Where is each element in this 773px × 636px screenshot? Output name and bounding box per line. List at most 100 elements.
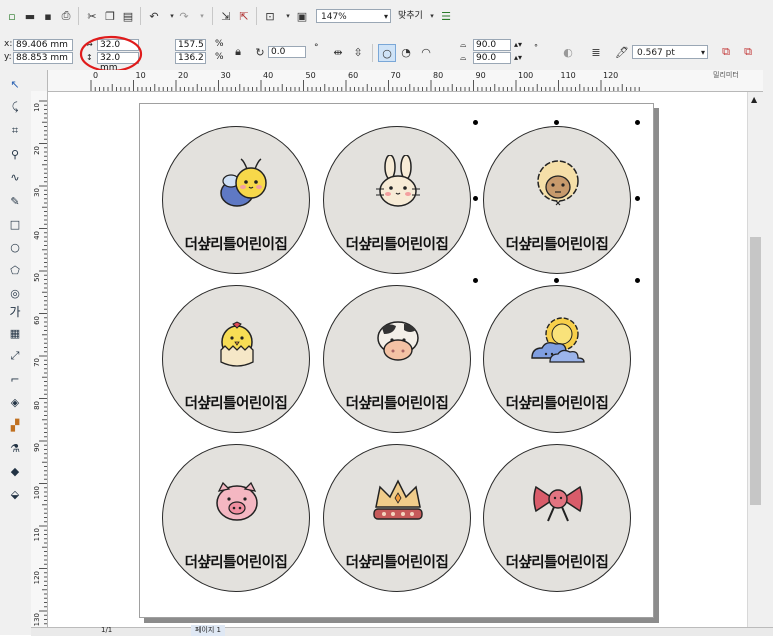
zoom-combo[interactable]: 147% ▾ bbox=[316, 9, 391, 23]
sticker-circle[interactable]: 더샾리틀어린이집 bbox=[483, 285, 631, 433]
sticker-text: 더샾리틀어린이집 bbox=[505, 237, 609, 253]
degree-label: ° bbox=[534, 43, 538, 52]
page-tab[interactable]: 페이지 1 bbox=[191, 625, 225, 636]
sticker-circle[interactable]: 더샾리틀어린이집 bbox=[483, 444, 631, 592]
selection-handle[interactable] bbox=[473, 278, 478, 283]
save-icon[interactable]: ▪ bbox=[40, 8, 56, 24]
ruler-tick-label: 100 bbox=[518, 71, 534, 80]
print-icon[interactable]: ⎙ bbox=[58, 8, 74, 24]
scale-y-field[interactable]: 136.2 bbox=[175, 52, 206, 64]
sticker-circle[interactable]: 더샾리틀어린이집 bbox=[323, 444, 471, 592]
wrap-text-icon[interactable]: ≣ bbox=[588, 44, 604, 60]
spinner-icon[interactable]: ▴▾ bbox=[514, 52, 522, 63]
x-label: x: bbox=[4, 39, 13, 49]
selection-handle[interactable] bbox=[554, 278, 559, 283]
eyedropper-tool-icon[interactable]: ⚗ bbox=[6, 439, 24, 457]
ruler-tick-label: 110 bbox=[33, 528, 41, 542]
sticker-circle[interactable]: 더샾리틀어린이집 bbox=[162, 126, 310, 274]
open-icon[interactable]: ▬ bbox=[22, 8, 38, 24]
freehand-tool-icon[interactable]: ∿ bbox=[6, 168, 24, 186]
outline-pen-icon[interactable]: 🖊︎ bbox=[614, 44, 630, 60]
blend-tool-icon[interactable]: ◈ bbox=[6, 393, 24, 411]
ruler-tick-label: 0 bbox=[93, 71, 99, 80]
mirror-horizontal-icon[interactable]: ⇹ bbox=[330, 44, 346, 60]
sticker-circle[interactable]: 더샾리틀어린이집 bbox=[162, 285, 310, 433]
crop-tool-icon[interactable]: ⌗ bbox=[6, 122, 24, 140]
sticker-circle[interactable]: 더샾리틀어린이집 bbox=[323, 126, 471, 274]
rotate-icon[interactable]: ↻ bbox=[252, 44, 268, 60]
scroll-up-icon[interactable]: ▲ bbox=[751, 94, 757, 105]
transparency-tool-icon[interactable]: ▞ bbox=[6, 416, 24, 434]
outline-width-combo[interactable]: 0.567 pt ▾ bbox=[632, 45, 708, 59]
text-tool-icon[interactable]: 가 bbox=[6, 302, 24, 320]
undo-icon[interactable]: ↶ bbox=[146, 8, 162, 24]
selection-handle[interactable] bbox=[473, 196, 478, 201]
pick-tool-icon[interactable]: ↖ bbox=[6, 75, 24, 93]
basic-shapes-icon[interactable]: ◎ bbox=[6, 284, 24, 302]
direction-icon[interactable]: ◐ bbox=[560, 44, 576, 60]
snap-icon[interactable]: ☰ bbox=[438, 8, 454, 24]
polygon-tool-icon[interactable]: ⬠ bbox=[6, 261, 24, 279]
arc-end-field[interactable]: 90.0 bbox=[473, 52, 511, 64]
arc-start-field[interactable]: 90.0 bbox=[473, 39, 511, 51]
sticker-circle[interactable]: 더샾리틀어린이집 bbox=[162, 444, 310, 592]
cut-icon[interactable]: ✂ bbox=[84, 8, 100, 24]
export-icon[interactable]: ⇱ bbox=[236, 8, 252, 24]
fit-label[interactable]: 맞추기 bbox=[398, 11, 423, 22]
convert-to-curves-icon[interactable]: ⧉ bbox=[718, 44, 734, 60]
zoom-tool-icon[interactable]: ⚲ bbox=[6, 145, 24, 163]
publish-icon[interactable]: ⊡ bbox=[262, 8, 278, 24]
spinner-icon[interactable]: ▴▾ bbox=[514, 39, 522, 50]
artistic-media-icon[interactable]: ✎ bbox=[6, 192, 24, 210]
ruler-tick-label: 120 bbox=[603, 71, 619, 80]
sticker-text: 더샾리틀어린이집 bbox=[505, 396, 609, 412]
sticker-circle[interactable]: 더샾리틀어린이집 bbox=[323, 285, 471, 433]
import-icon[interactable]: ⇲ bbox=[218, 8, 234, 24]
ruler-tick-label: 10 bbox=[33, 103, 41, 112]
percent-label: % bbox=[215, 52, 224, 62]
selection-handle[interactable] bbox=[554, 120, 559, 125]
ellipse-icon[interactable]: ○ bbox=[378, 44, 396, 62]
y-position-field[interactable]: 88.853 mm bbox=[13, 52, 73, 64]
docker-strip bbox=[763, 70, 773, 635]
dimension-tool-icon[interactable]: ⤢ bbox=[6, 347, 24, 365]
app-launcher-icon[interactable]: ▣ bbox=[294, 8, 310, 24]
chevron-down-icon: ▾ bbox=[383, 12, 388, 21]
scroll-thumb[interactable] bbox=[750, 237, 761, 505]
chick-icon bbox=[220, 321, 254, 367]
redo-dropdown-icon[interactable]: ▾ bbox=[194, 8, 210, 24]
fill-tool-icon[interactable]: ◆ bbox=[6, 462, 24, 480]
selection-handle[interactable] bbox=[635, 196, 640, 201]
new-icon[interactable]: ▫ bbox=[4, 8, 20, 24]
copy-icon[interactable]: ❐ bbox=[102, 8, 118, 24]
sticker-circle[interactable]: 더샾리틀어린이집 bbox=[483, 126, 631, 274]
vertical-scrollbar[interactable]: ▲ bbox=[747, 92, 764, 627]
connector-tool-icon[interactable]: ⌐ bbox=[6, 370, 24, 388]
ruler-origin[interactable] bbox=[31, 70, 48, 92]
ellipse-tool-icon[interactable]: ○ bbox=[6, 238, 24, 256]
lock-ratio-icon[interactable]: 🔒︎ bbox=[230, 44, 246, 60]
selection-handle[interactable] bbox=[635, 278, 640, 283]
paste-icon[interactable]: ▤ bbox=[120, 8, 136, 24]
table-tool-icon[interactable]: ▦ bbox=[6, 324, 24, 342]
ruler-tick-label: 130 bbox=[33, 613, 41, 627]
mirror-vertical-icon[interactable]: ⇳ bbox=[350, 44, 366, 60]
vertical-ruler[interactable]: 10 20 30 40 50 60 70 80 90 100 110 120 130 bbox=[31, 91, 48, 635]
cow-icon bbox=[377, 321, 419, 361]
scale-x-field[interactable]: 157.5 bbox=[175, 39, 206, 51]
arrange-icon[interactable]: ⧉ bbox=[740, 44, 756, 60]
redo-icon[interactable]: ↷ bbox=[176, 8, 192, 24]
rectangle-tool-icon[interactable]: □ bbox=[6, 215, 24, 233]
arc-icon[interactable]: ◠ bbox=[418, 44, 434, 60]
standard-toolbar: ▫ ▬ ▪ ⎙ ✂ ❐ ▤ ↶ ▾ ↷ ▾ ⇲ ⇱ ⊡ ▾ ▣ 147% ▾ 맞… bbox=[0, 0, 773, 35]
smart-fill-icon[interactable]: ⬙ bbox=[6, 485, 24, 503]
x-position-field[interactable]: 89.406 mm bbox=[13, 39, 73, 51]
horizontal-ruler[interactable]: 0 10 20 30 40 50 60 70 80 90 100 110 120 밀리미터 bbox=[47, 70, 773, 92]
shape-tool-icon[interactable]: ⤹ bbox=[6, 98, 24, 116]
rotation-field[interactable]: 0.0 bbox=[268, 46, 306, 58]
pie-icon[interactable]: ◔ bbox=[398, 44, 414, 60]
selection-handle[interactable] bbox=[635, 120, 640, 125]
ruler-tick-label: 30 bbox=[33, 188, 41, 197]
ruler-tick-label: 60 bbox=[33, 315, 41, 325]
selection-handle[interactable] bbox=[473, 120, 478, 125]
